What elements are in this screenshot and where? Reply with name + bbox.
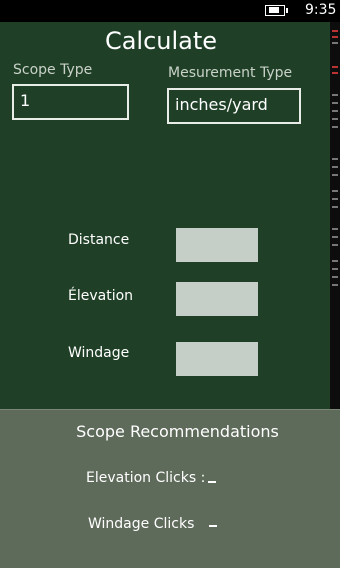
windage-input[interactable] <box>176 342 258 376</box>
elevation-clicks-label: Elevation Clicks : <box>86 470 206 486</box>
windage-clicks-label: Windage Clicks <box>88 516 195 532</box>
scope-type-label: Scope Type <box>13 62 93 78</box>
distance-input[interactable] <box>176 228 258 262</box>
page-title: Calculate <box>104 27 218 55</box>
elevation-label: Élevation <box>68 288 134 304</box>
scope-recommendations-panel: Scope Recommendations Elevation Clicks :… <box>0 409 340 568</box>
windage-clicks-value <box>209 525 217 527</box>
status-bar: 9:35 <box>0 0 340 22</box>
calculate-panel: Calculate Scope Type 1 Mesurement Type i… <box>0 22 330 409</box>
status-time: 9:35 <box>305 2 337 18</box>
distance-label: Distance <box>68 232 130 248</box>
elevation-clicks-value <box>208 481 216 483</box>
scope-type-input[interactable]: 1 <box>12 84 129 120</box>
elevation-input[interactable] <box>176 282 258 316</box>
measurement-type-label: Mesurement Type <box>168 65 293 81</box>
windage-label: Windage <box>68 345 130 361</box>
battery-charging-icon <box>265 5 288 16</box>
measurement-type-input[interactable]: inches/yard <box>167 88 301 124</box>
recommendations-title: Scope Recommendations <box>76 422 279 441</box>
